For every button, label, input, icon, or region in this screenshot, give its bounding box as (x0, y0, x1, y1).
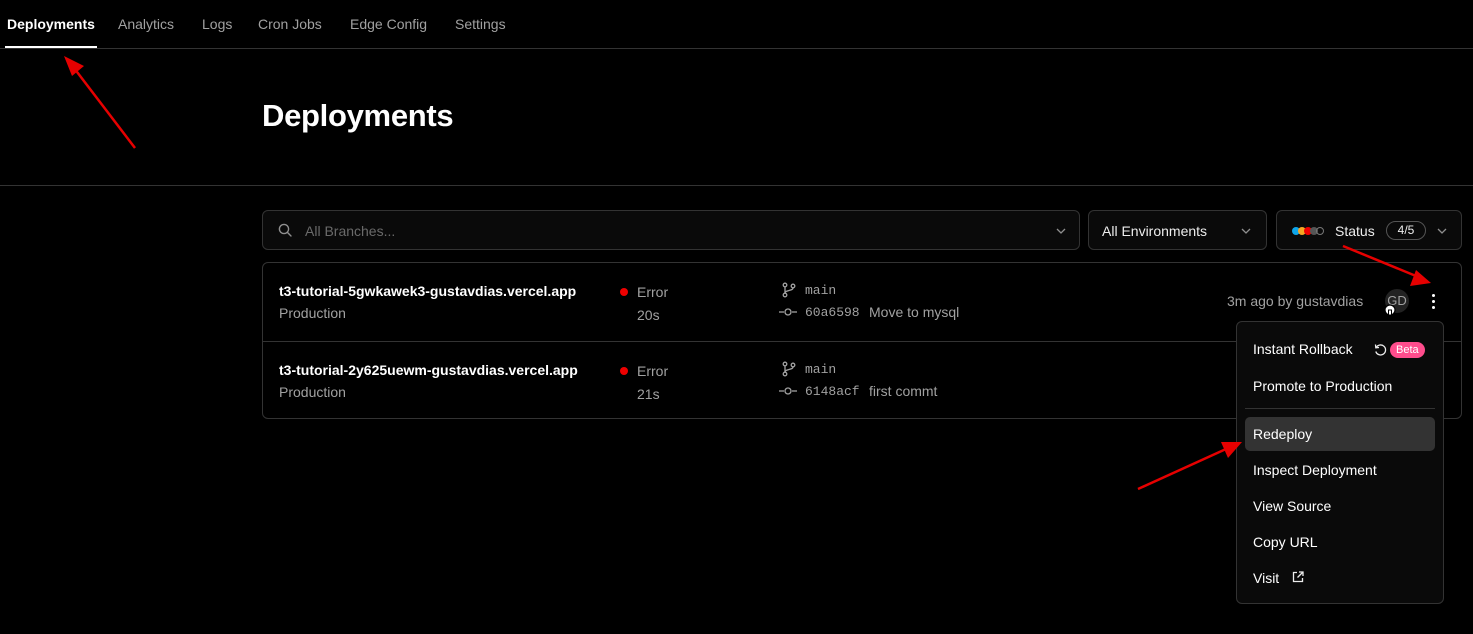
deployment-actions-menu: Instant Rollback Beta Promote to Product… (1236, 321, 1444, 604)
chevron-down-icon (1437, 228, 1447, 234)
deployment-environment: Production (279, 305, 346, 321)
branch-name[interactable]: main (805, 362, 836, 377)
status-filter-label: Status (1335, 223, 1375, 239)
more-options-button[interactable] (1423, 291, 1443, 313)
deployment-duration: 21s (637, 386, 660, 402)
status-dots-icon (1292, 227, 1324, 235)
search-icon (278, 223, 292, 237)
menu-item-label: View Source (1253, 498, 1332, 514)
menu-item-label: Promote to Production (1253, 378, 1393, 394)
menu-item-inspect-deployment[interactable]: Inspect Deployment (1245, 453, 1435, 487)
error-status-dot (620, 288, 628, 296)
annotation-arrow (64, 56, 136, 149)
tab-deployments[interactable]: Deployments (7, 16, 95, 32)
menu-item-label: Redeploy (1253, 426, 1313, 442)
branch-icon (782, 282, 796, 298)
commit-icon (779, 308, 797, 316)
tab-cron-jobs[interactable]: Cron Jobs (258, 16, 322, 32)
menu-item-view-source[interactable]: View Source (1245, 489, 1435, 523)
commit-message: first commt (869, 383, 938, 399)
top-nav: Deployments Analytics Logs Cron Jobs Edg… (0, 0, 1473, 49)
menu-item-promote-to-production[interactable]: Promote to Production (1245, 369, 1435, 403)
environment-select[interactable]: All Environments (1088, 210, 1267, 250)
mouse-cursor-icon (1384, 304, 1396, 316)
branch-search[interactable] (262, 210, 1080, 250)
chevron-down-icon (1241, 228, 1251, 234)
deployment-status: Error (637, 363, 669, 379)
menu-item-redeploy[interactable]: Redeploy (1245, 417, 1435, 451)
menu-item-label: Inspect Deployment (1253, 462, 1377, 478)
deployment-duration: 20s (637, 307, 660, 323)
commit-sha[interactable]: 6148acf (805, 384, 860, 399)
deployment-url[interactable]: t3-tutorial-2y625uewm-gustavdias.vercel.… (279, 362, 578, 378)
status-count-badge: 4/5 (1386, 221, 1426, 240)
menu-item-copy-url[interactable]: Copy URL (1245, 525, 1435, 559)
commit-message: Move to mysql (869, 304, 960, 320)
beta-badge: Beta (1390, 342, 1425, 358)
deployment-status: Error (637, 284, 669, 300)
error-status-dot (620, 367, 628, 375)
branch-icon (782, 361, 796, 377)
page-title: Deployments (262, 98, 454, 133)
deployment-environment: Production (279, 384, 346, 400)
menu-item-label: Instant Rollback (1253, 341, 1353, 357)
deployment-url[interactable]: t3-tutorial-5gwkawek3-gustavdias.vercel.… (279, 283, 576, 299)
environment-select-label: All Environments (1102, 223, 1208, 239)
deployment-meta: 3m ago by gustavdias (1227, 293, 1364, 309)
status-filter[interactable]: Status 4/5 (1276, 210, 1462, 250)
tab-settings[interactable]: Settings (455, 16, 506, 32)
menu-item-label: Visit (1253, 570, 1280, 586)
branch-name[interactable]: main (805, 283, 836, 298)
branch-search-input[interactable] (305, 221, 1005, 241)
annotation-arrow (1137, 442, 1242, 491)
menu-divider (1245, 408, 1435, 409)
menu-item-label: Copy URL (1253, 534, 1318, 550)
menu-item-instant-rollback[interactable]: Instant Rollback Beta (1245, 332, 1435, 366)
tab-analytics[interactable]: Analytics (118, 16, 174, 32)
external-link-icon (1292, 571, 1304, 583)
menu-item-visit[interactable]: Visit (1245, 561, 1435, 595)
header-divider (0, 185, 1473, 186)
tab-edge-config[interactable]: Edge Config (350, 16, 427, 32)
commit-sha[interactable]: 60a6598 (805, 305, 860, 320)
active-tab-indicator (5, 46, 97, 48)
tab-logs[interactable]: Logs (202, 16, 232, 32)
chevron-down-icon (1056, 228, 1066, 234)
rollback-icon (1374, 344, 1387, 356)
more-vertical-icon (1431, 294, 1435, 297)
commit-icon (779, 387, 797, 395)
